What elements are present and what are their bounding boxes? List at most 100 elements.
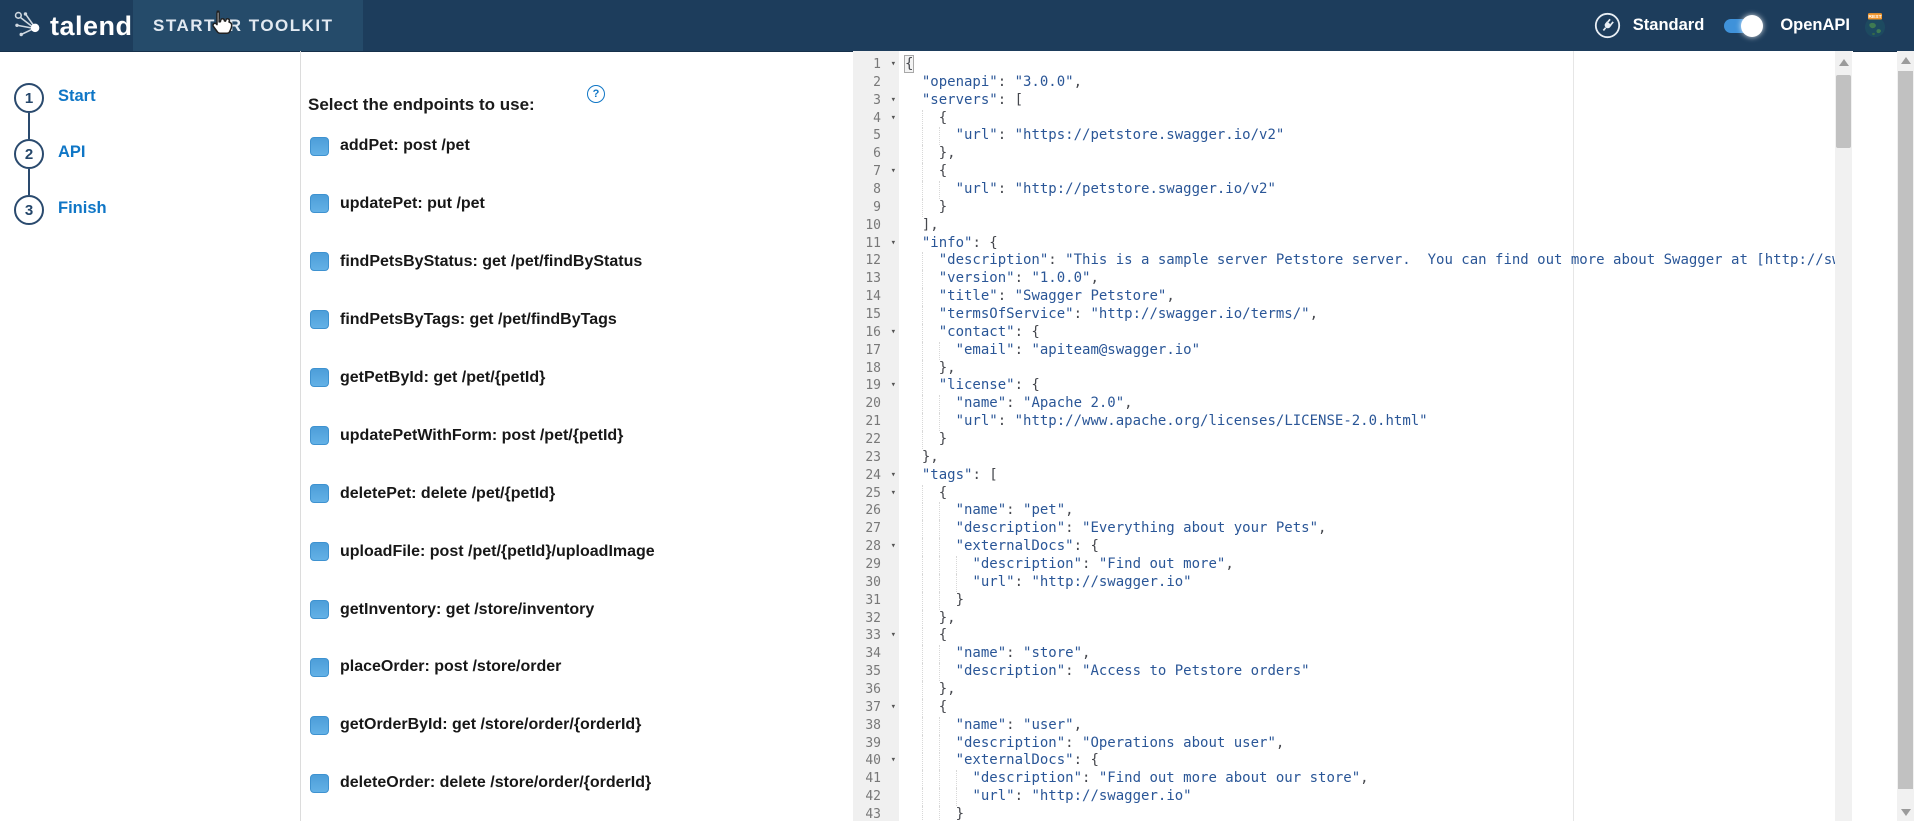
indent-guide: [939, 788, 940, 806]
indent-guide: [922, 181, 923, 199]
editor-scrollbar[interactable]: [1835, 51, 1852, 821]
step-label-api[interactable]: API: [58, 143, 86, 162]
code-line: }: [905, 199, 947, 217]
navbar-right-controls: Standard OpenAPI REST: [1594, 0, 1888, 51]
endpoint-row[interactable]: findPetsByTags: get /pet/findByTags: [310, 310, 617, 330]
page-title: Select the endpoints to use:: [308, 95, 535, 115]
code-line: "termsOfService": "http://swagger.io/ter…: [905, 306, 1318, 324]
indent-guide: [922, 377, 923, 395]
indent-guide: [922, 770, 923, 788]
code-line: "license": {: [905, 377, 1040, 395]
indent-guide: [922, 110, 923, 128]
editor-scrollbar-thumb[interactable]: [1836, 75, 1851, 148]
endpoint-checkbox-checked[interactable]: [310, 716, 329, 735]
step-circle-finish[interactable]: 3: [14, 195, 44, 225]
indent-guide: [922, 645, 923, 663]
endpoint-label: findPetsByTags: get /pet/findByTags: [340, 311, 617, 329]
stepper-connector-line: [28, 113, 30, 139]
indent-guide: [939, 342, 940, 360]
endpoint-label: deletePet: delete /pet/{petId}: [340, 485, 555, 503]
indent-guide: [922, 520, 923, 538]
code-line: "tags": [: [905, 467, 998, 485]
indent-guide: [922, 431, 923, 449]
editor-scrollbar-up-icon[interactable]: [1835, 54, 1852, 71]
indent-guide: [922, 199, 923, 217]
code-line: {: [905, 699, 947, 717]
indent-guide: [922, 699, 923, 717]
endpoint-checkbox-checked[interactable]: [310, 310, 329, 329]
indent-guide: [922, 717, 923, 735]
step-label-finish[interactable]: Finish: [58, 199, 107, 218]
step-circle-start[interactable]: 1: [14, 83, 44, 113]
indent-guide: [939, 717, 940, 735]
indent-guide: [922, 627, 923, 645]
code-line: }: [905, 592, 964, 610]
endpoint-label: updatePetWithForm: post /pet/{petId}: [340, 427, 623, 445]
endpoint-row[interactable]: updatePetWithForm: post /pet/{petId}: [310, 426, 623, 446]
code-line: "url": "http://petstore.swagger.io/v2": [905, 181, 1276, 199]
endpoint-row[interactable]: deleteOrder: delete /store/order/{orderI…: [310, 773, 651, 793]
endpoint-row[interactable]: getPetById: get /pet/{petId}: [310, 368, 545, 388]
indent-guide: [922, 127, 923, 145]
code-line: "name": "user",: [905, 717, 1082, 735]
code-line: "externalDocs": {: [905, 752, 1099, 770]
code-line: {: [905, 627, 947, 645]
indent-guide: [939, 574, 940, 592]
endpoint-checkbox-checked[interactable]: [310, 137, 329, 156]
step-label-start[interactable]: Start: [58, 87, 96, 106]
indent-guide: [956, 770, 957, 788]
page-scrollbar-up-icon[interactable]: [1897, 52, 1914, 69]
indent-guide: [922, 342, 923, 360]
endpoint-checkbox-checked[interactable]: [310, 600, 329, 619]
endpoint-row[interactable]: uploadFile: post /pet/{petId}/uploadImag…: [310, 542, 655, 562]
endpoint-checkbox-checked[interactable]: [310, 658, 329, 677]
page-scrollbar-thumb[interactable]: [1898, 71, 1913, 789]
endpoint-row[interactable]: getOrderById: get /store/order/{orderId}: [310, 715, 641, 735]
endpoint-row[interactable]: placeOrder: post /store/order: [310, 657, 561, 677]
format-toggle[interactable]: [1724, 19, 1760, 33]
page-scrollbar-down-icon[interactable]: [1897, 804, 1914, 821]
page-scrollbar[interactable]: [1897, 51, 1914, 821]
endpoint-row[interactable]: findPetsByStatus: get /pet/findByStatus: [310, 252, 642, 272]
indent-guide: [939, 592, 940, 610]
svg-text:REST: REST: [1868, 14, 1881, 20]
indent-guide: [922, 806, 923, 821]
endpoint-row[interactable]: deletePet: delete /pet/{petId}: [310, 484, 555, 504]
code-line: "externalDocs": {: [905, 538, 1099, 556]
endpoint-label: updatePet: put /pet: [340, 195, 485, 213]
code-content[interactable]: { "openapi": "3.0.0", "servers": [ { "ur…: [853, 51, 1835, 821]
endpoint-checkbox-checked[interactable]: [310, 194, 329, 213]
indent-guide: [922, 270, 923, 288]
endpoint-label: placeOrder: post /store/order: [340, 658, 561, 676]
toggle-knob[interactable]: [1741, 15, 1763, 37]
indent-guide: [956, 574, 957, 592]
indent-guide: [922, 485, 923, 503]
indent-guide: [939, 752, 940, 770]
endpoint-checkbox-checked[interactable]: [310, 484, 329, 503]
stepper-connector-line: [28, 169, 30, 195]
code-line: },: [905, 145, 956, 163]
endpoint-row[interactable]: addPet: post /pet: [310, 136, 470, 156]
indent-guide: [922, 538, 923, 556]
code-line: {: [905, 56, 913, 74]
endpoint-checkbox-checked[interactable]: [310, 368, 329, 387]
talend-logo-text: talend: [50, 11, 133, 42]
indent-guide: [939, 556, 940, 574]
endpoint-checkbox-checked[interactable]: [310, 774, 329, 793]
code-line: }: [905, 806, 964, 821]
endpoint-checkbox-checked[interactable]: [310, 426, 329, 445]
code-line: "name": "Apache 2.0",: [905, 395, 1133, 413]
endpoint-checkbox-checked[interactable]: [310, 542, 329, 561]
help-icon[interactable]: ?: [587, 85, 605, 103]
endpoint-label: getPetById: get /pet/{petId}: [340, 369, 545, 387]
openapi-code-editor[interactable]: 1▾23▾4▾567▾891011▾1213141516▾171819▾2021…: [853, 51, 1853, 821]
endpoint-checkbox-checked[interactable]: [310, 252, 329, 271]
code-line: },: [905, 360, 956, 378]
endpoint-row[interactable]: updatePet: put /pet: [310, 194, 485, 214]
indent-guide: [939, 645, 940, 663]
endpoint-label: deleteOrder: delete /store/order/{orderI…: [340, 774, 651, 792]
endpoint-row[interactable]: getInventory: get /store/inventory: [310, 600, 594, 620]
code-line: "title": "Swagger Petstore",: [905, 288, 1175, 306]
step-circle-api[interactable]: 2: [14, 139, 44, 169]
indent-guide: [922, 788, 923, 806]
